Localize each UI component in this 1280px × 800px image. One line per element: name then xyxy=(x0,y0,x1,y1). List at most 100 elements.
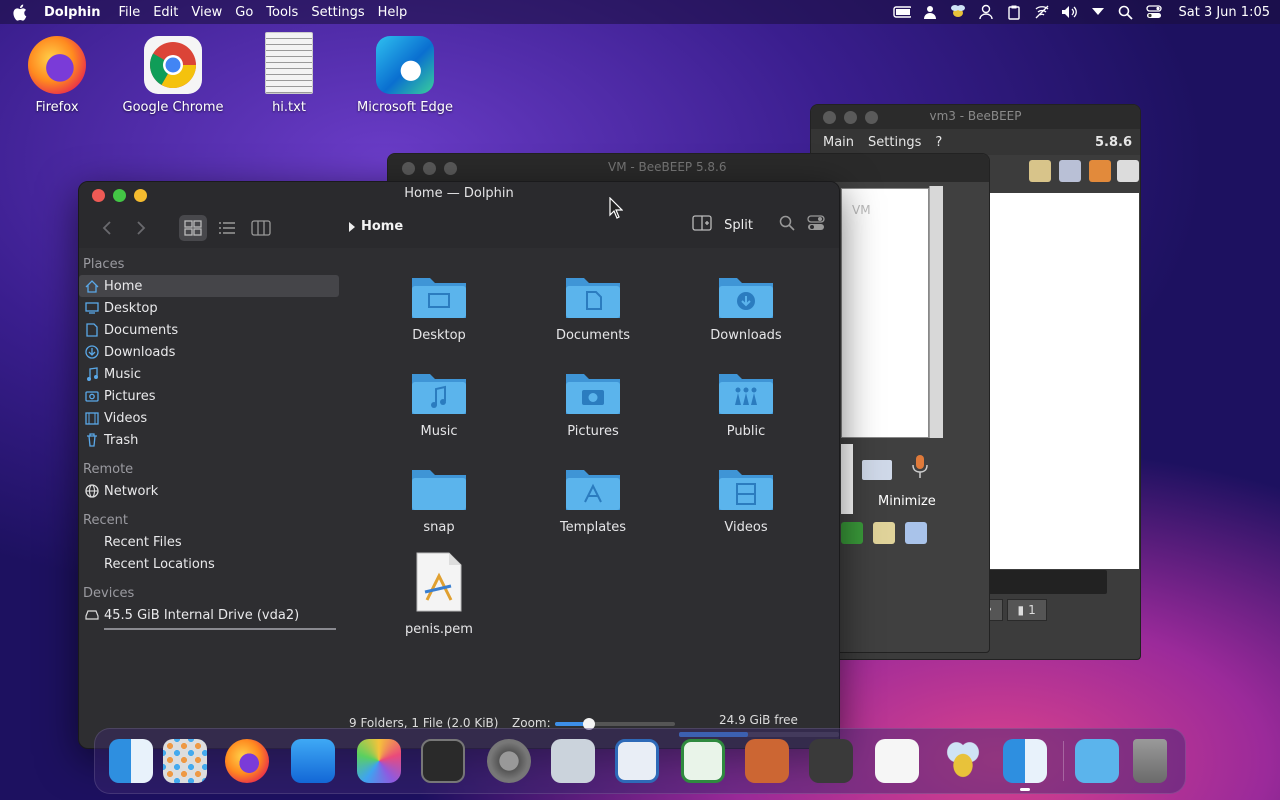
desktop-icon-edge[interactable]: Microsoft Edge xyxy=(350,36,460,115)
sidebar-item-videos[interactable]: Videos xyxy=(79,407,339,429)
sidebar-item-recent-locations[interactable]: Recent Locations xyxy=(79,553,339,575)
preview-icon[interactable] xyxy=(745,739,789,783)
menu-settings[interactable]: Settings xyxy=(311,5,364,20)
file-item-pem[interactable]: penis.pem xyxy=(384,552,494,637)
textedit-icon[interactable] xyxy=(875,739,919,783)
calc-icon[interactable] xyxy=(681,739,725,783)
user-list-item[interactable]: VM xyxy=(852,203,928,217)
writer-icon[interactable] xyxy=(615,739,659,783)
user-icon[interactable] xyxy=(921,4,939,20)
bee-tray-icon[interactable] xyxy=(949,4,967,20)
search-icon[interactable] xyxy=(779,215,795,235)
window-titlebar[interactable]: VM - BeeBEEP 5.8.6 xyxy=(388,154,989,182)
menubar-clock[interactable]: Sat 3 Jun 1:05 xyxy=(1179,5,1271,20)
scrollbar[interactable] xyxy=(929,186,943,438)
gift-icon[interactable] xyxy=(1089,160,1111,182)
split-button[interactable]: Split xyxy=(724,218,753,233)
breadcrumb[interactable]: Home xyxy=(349,219,403,234)
forward-button[interactable] xyxy=(127,215,155,241)
sidebar-item-trash[interactable]: Trash xyxy=(79,429,339,451)
columns-view-button[interactable] xyxy=(247,215,275,241)
screenshot-icon[interactable] xyxy=(551,739,595,783)
control-center-icon[interactable] xyxy=(1145,4,1163,20)
files-icon[interactable] xyxy=(905,522,927,544)
firefox-icon[interactable] xyxy=(225,739,269,783)
folder-item-downloads[interactable]: Downloads xyxy=(691,272,801,343)
active-app-name[interactable]: Dolphin xyxy=(44,5,100,20)
menu-help[interactable]: Help xyxy=(378,5,408,20)
terminal-icon[interactable] xyxy=(421,739,465,783)
window-titlebar[interactable]: Home — Dolphin xyxy=(79,182,839,208)
desktop-icon-chrome[interactable]: Google Chrome xyxy=(118,36,228,115)
menu-settings[interactable]: Settings xyxy=(868,135,921,150)
folder-item-desktop[interactable]: Desktop xyxy=(384,272,494,343)
menu-main[interactable]: Main xyxy=(823,135,854,150)
sidebar-item-documents[interactable]: Documents xyxy=(79,319,339,341)
folder-item-public[interactable]: Public xyxy=(691,368,801,439)
hamburger-menu-icon[interactable] xyxy=(807,215,825,235)
sidebar-item-network[interactable]: Network xyxy=(79,480,339,502)
notes-icon[interactable] xyxy=(873,522,895,544)
network-icon[interactable] xyxy=(1059,160,1081,182)
apple-menu-icon[interactable] xyxy=(10,3,28,21)
trash-icon[interactable] xyxy=(1117,160,1139,182)
volume-icon[interactable] xyxy=(1061,4,1079,20)
dolphin-icon[interactable] xyxy=(1003,739,1047,783)
downloads-folder-icon[interactable] xyxy=(1075,739,1119,783)
sidebar-item-internal-drive[interactable]: 45.5 GiB Internal Drive (vda2) xyxy=(79,604,339,626)
back-button[interactable] xyxy=(93,215,121,241)
photos-icon[interactable] xyxy=(357,739,401,783)
screen-icon[interactable] xyxy=(841,522,863,544)
folder-item-snap[interactable]: snap xyxy=(384,464,494,535)
split-icon[interactable] xyxy=(692,215,712,235)
sidebar-item-recent-files[interactable]: Recent Files xyxy=(79,531,339,553)
finder-icon[interactable] xyxy=(109,739,153,783)
window-titlebar[interactable]: vm3 - BeeBEEP xyxy=(811,105,1140,129)
file-view[interactable]: Desktop Documents Downloads Music Pictur… xyxy=(347,248,839,708)
launchpad-icon[interactable] xyxy=(163,739,207,783)
desktop-icon-firefox[interactable]: Firefox xyxy=(2,36,112,115)
trash-icon[interactable] xyxy=(1133,739,1167,783)
folder-item-pictures[interactable]: Pictures xyxy=(538,368,648,439)
beebeep-icon[interactable] xyxy=(941,739,985,783)
tape-icon[interactable] xyxy=(809,739,853,783)
microphone-icon[interactable] xyxy=(911,454,929,480)
folder-item-videos[interactable]: Videos xyxy=(691,464,801,535)
clipboard-icon[interactable] xyxy=(1005,4,1023,20)
user-list-panel[interactable]: VM xyxy=(841,188,929,438)
menu-file[interactable]: File xyxy=(118,5,140,20)
dolphin-window[interactable]: Home — Dolphin Home Split Places Home De… xyxy=(78,181,840,749)
write-icon[interactable] xyxy=(1029,160,1051,182)
breadcrumb-home[interactable]: Home xyxy=(361,219,403,234)
send-mail-icon[interactable] xyxy=(862,460,892,480)
sidebar-item-downloads[interactable]: Downloads xyxy=(79,341,339,363)
folder-item-templates[interactable]: Templates xyxy=(538,464,648,535)
chevron-down-icon[interactable] xyxy=(1089,4,1107,20)
app-store-icon[interactable] xyxy=(291,739,335,783)
account-icon[interactable] xyxy=(977,4,995,20)
settings-icon[interactable] xyxy=(487,739,531,783)
close-button[interactable] xyxy=(402,161,415,175)
menu-edit[interactable]: Edit xyxy=(153,5,178,20)
folder-item-music[interactable]: Music xyxy=(384,368,494,439)
menu-view[interactable]: View xyxy=(191,5,222,20)
sidebar-item-music[interactable]: Music xyxy=(79,363,339,385)
menu-help[interactable]: ? xyxy=(935,135,942,150)
maximize-button[interactable] xyxy=(444,161,457,175)
search-icon[interactable] xyxy=(1117,4,1135,20)
sidebar-item-pictures[interactable]: Pictures xyxy=(79,385,339,407)
sidebar-item-desktop[interactable]: Desktop xyxy=(79,297,339,319)
minimize-label[interactable]: Minimize xyxy=(878,494,936,509)
details-view-button[interactable] xyxy=(213,215,241,241)
desktop-icon-hi-txt[interactable]: hi.txt xyxy=(234,32,344,115)
network-off-icon[interactable] xyxy=(1033,4,1051,20)
battery-icon[interactable] xyxy=(892,4,911,20)
folder-item-documents[interactable]: Documents xyxy=(538,272,648,343)
minimize-button[interactable] xyxy=(423,161,436,175)
zoom-slider[interactable] xyxy=(555,718,675,730)
menu-tools[interactable]: Tools xyxy=(266,5,298,20)
tab-files[interactable]: ▮ 1 xyxy=(1006,599,1047,621)
menu-go[interactable]: Go xyxy=(235,5,253,20)
icons-view-button[interactable] xyxy=(179,215,207,241)
sidebar-item-home[interactable]: Home xyxy=(79,275,339,297)
